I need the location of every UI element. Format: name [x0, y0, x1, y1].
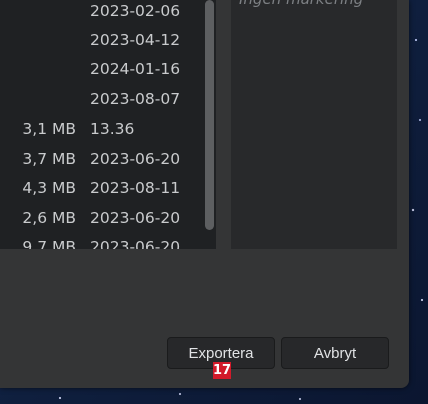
- list-item[interactable]: 4,3 MB 2023-08-11: [0, 173, 200, 203]
- list-item[interactable]: 2,6 MB 2023-06-20: [0, 203, 200, 233]
- cancel-button[interactable]: Avbryt: [281, 337, 389, 369]
- file-date: 2023-02-06: [90, 2, 181, 20]
- no-selection-text: Ingen markering: [239, 0, 399, 8]
- export-dialog: 2023-02-06 2023-04-12 2024-01-16 2023-08…: [0, 0, 409, 388]
- file-size: 2,6 MB: [22, 209, 76, 227]
- list-item[interactable]: 3,1 MB 13.36: [0, 114, 200, 144]
- file-size: 3,1 MB: [22, 120, 76, 138]
- list-item[interactable]: 2024-01-16: [0, 54, 200, 84]
- preview-panel: Ingen markering: [231, 0, 397, 249]
- file-size: 3,7 MB: [22, 150, 76, 168]
- file-date: 2023-06-20: [90, 209, 181, 227]
- notification-badge: 17: [213, 362, 232, 379]
- file-list[interactable]: 2023-02-06 2023-04-12 2024-01-16 2023-08…: [0, 0, 216, 249]
- file-date: 2023-08-11: [90, 179, 181, 197]
- file-date: 2023-06-20: [90, 150, 181, 168]
- file-list-scrollbar[interactable]: [203, 0, 216, 249]
- list-item[interactable]: 9,7 MB 2023-06-20: [0, 232, 200, 249]
- file-date: 2023-04-12: [90, 31, 181, 49]
- file-date: 2023-06-20: [90, 238, 181, 249]
- scrollbar-thumb[interactable]: [205, 0, 214, 230]
- file-date: 2024-01-16: [90, 60, 181, 78]
- file-date: 13.36: [90, 120, 135, 138]
- list-item[interactable]: 2023-08-07: [0, 84, 200, 114]
- list-item[interactable]: 3,7 MB 2023-06-20: [0, 144, 200, 174]
- file-date: 2023-08-07: [90, 90, 181, 108]
- list-item[interactable]: 2023-04-12: [0, 25, 200, 55]
- list-item[interactable]: 2023-02-06: [0, 0, 200, 26]
- file-size: 4,3 MB: [22, 179, 76, 197]
- file-size: 9,7 MB: [22, 238, 76, 249]
